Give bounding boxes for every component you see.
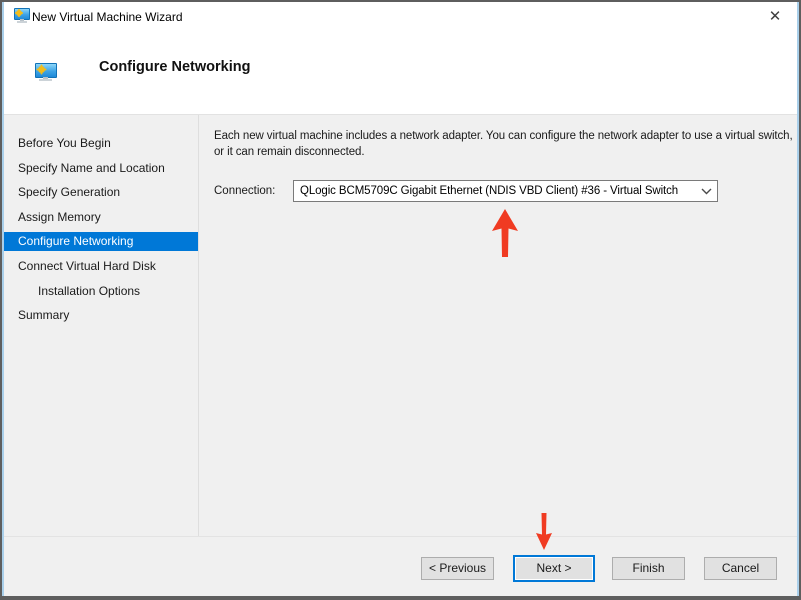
close-icon[interactable]: ✕ [764,6,786,28]
wizard-steps: Before You Begin Specify Name and Locatio… [4,134,198,331]
connection-dropdown-value: QLogic BCM5709C Gigabit Ethernet (NDIS V… [300,185,697,197]
wizard-step-item[interactable]: Before You Begin [4,134,198,153]
previous-button[interactable]: < Previous [421,557,494,580]
wizard-step-item[interactable]: Specify Name and Location [4,159,198,178]
annotation-arrow-up-icon [492,209,518,262]
page-title: Configure Networking [99,59,250,75]
wizard-header: Configure Networking [4,32,797,114]
wizard-step-item[interactable]: Specify Generation [4,183,198,202]
window-title: New Virtual Machine Wizard [32,10,183,24]
title-bar: New Virtual Machine Wizard ✕ [4,2,797,32]
wizard-step-item[interactable]: Installation Options [4,282,198,301]
footer-divider [4,536,797,537]
wizard-body: Before You Begin Specify Name and Locatio… [4,114,797,596]
wizard-step-item[interactable]: Connect Virtual Hard Disk [4,257,198,276]
next-button[interactable]: Next > [513,555,595,582]
wizard-step-item[interactable]: Summary [4,306,198,325]
wizard-page-icon [35,63,57,81]
finish-button[interactable]: Finish [612,557,685,580]
cancel-button[interactable]: Cancel [704,557,777,580]
annotation-arrow-down-icon [536,513,552,555]
wizard-step-item[interactable]: Configure Networking [4,232,198,251]
sidebar-divider [198,115,199,536]
app-icon [14,8,30,24]
page-description: Each new virtual machine includes a netw… [214,128,797,160]
wizard-step-item[interactable]: Assign Memory [4,208,198,227]
chevron-down-icon [701,188,712,195]
connection-dropdown[interactable]: QLogic BCM5709C Gigabit Ethernet (NDIS V… [293,180,718,202]
connection-label: Connection: [214,180,275,203]
